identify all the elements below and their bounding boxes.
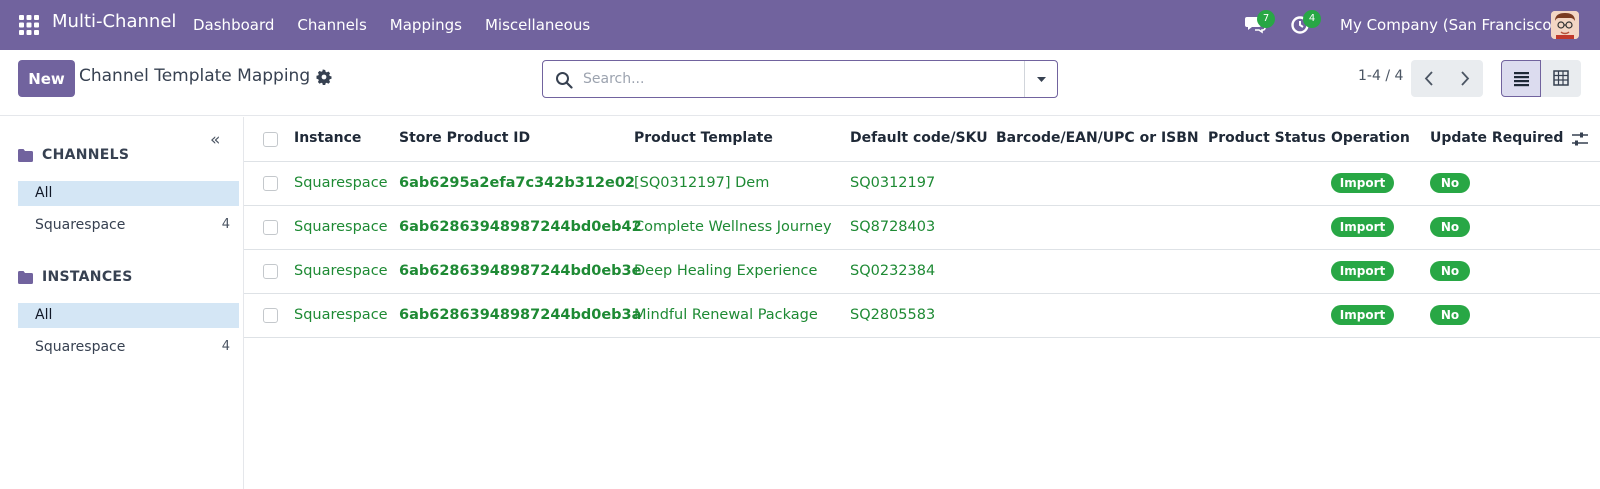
facet-label: All — [35, 307, 53, 323]
column-header-operation[interactable]: Operation — [1331, 130, 1410, 146]
pager-next-button[interactable] — [1447, 60, 1483, 97]
cell-store-product-id: 6ab6295a2efa7c342b312e02 — [399, 175, 636, 191]
operation-badge: Import — [1331, 217, 1394, 237]
control-panel: New Channel Template Mapping 1-4 / 4 — [0, 50, 1600, 116]
top-navbar: Multi-Channel Dashboard Channels Mapping… — [0, 0, 1600, 50]
table-row[interactable]: Squarespace 6ab6295a2efa7c342b312e02 [SQ… — [244, 162, 1600, 206]
table-header: Instance Store Product ID Product Templa… — [244, 117, 1600, 162]
collapse-sidebar-icon[interactable]: « — [210, 130, 220, 150]
row-checkbox[interactable] — [263, 176, 278, 191]
chevron-right-icon — [1461, 71, 1470, 86]
channel-filter-all[interactable]: All — [18, 181, 239, 206]
cell-store-product-id: 6ab62863948987244bd0eb3a — [399, 307, 642, 323]
section-channels: CHANNELS — [18, 145, 129, 165]
chevron-left-icon — [1424, 71, 1433, 86]
cell-store-product-id: 6ab62863948987244bd0eb3e — [399, 263, 642, 279]
messages-button[interactable]: 7 — [1244, 10, 1275, 37]
update-required-badge: No — [1430, 173, 1470, 193]
menu-miscellaneous[interactable]: Miscellaneous — [485, 0, 590, 50]
cell-sku: SQ0312197 — [850, 175, 936, 191]
cell-store-product-id: 6ab62863948987244bd0eb42 — [399, 219, 642, 235]
section-label: INSTANCES — [42, 269, 133, 285]
table-row[interactable]: Squarespace 6ab62863948987244bd0eb42 Com… — [244, 206, 1600, 250]
column-header-product-status[interactable]: Product Status — [1208, 130, 1326, 146]
column-header-update-required[interactable]: Update Required — [1430, 130, 1563, 146]
table-row[interactable]: Squarespace 6ab62863948987244bd0eb3e Dee… — [244, 250, 1600, 294]
search-icon — [556, 72, 573, 89]
cell-product-template: [SQ0312197] Dem — [634, 175, 770, 191]
section-instances: INSTANCES — [18, 267, 133, 287]
activities-count-badge: 4 — [1303, 10, 1321, 28]
messages-count-badge: 7 — [1257, 10, 1275, 28]
facet-count: 4 — [221, 217, 230, 232]
channel-filter-squarespace[interactable]: Squarespace 4 — [18, 213, 239, 238]
pivot-view-button[interactable] — [1541, 60, 1581, 97]
table-grid-icon — [1553, 70, 1569, 86]
cell-instance: Squarespace — [294, 263, 388, 279]
cell-product-template: Complete Wellness Journey — [634, 219, 832, 235]
app-grid-icon[interactable] — [18, 14, 40, 36]
search-input[interactable] — [583, 67, 1003, 91]
gear-icon[interactable] — [316, 69, 332, 85]
section-label: CHANNELS — [42, 147, 130, 163]
main-menu: Dashboard Channels Mappings Miscellaneou… — [193, 0, 613, 50]
facet-count: 4 — [221, 339, 230, 354]
cell-sku: SQ8728403 — [850, 219, 936, 235]
caret-down-icon — [1037, 77, 1046, 82]
app-name[interactable]: Multi-Channel — [52, 11, 176, 32]
row-checkbox[interactable] — [263, 264, 278, 279]
cell-product-template: Deep Healing Experience — [634, 263, 818, 279]
select-all-checkbox[interactable] — [263, 132, 278, 147]
update-required-badge: No — [1430, 261, 1470, 281]
column-header-instance[interactable]: Instance — [294, 130, 361, 146]
cell-sku: SQ0232384 — [850, 263, 936, 279]
operation-badge: Import — [1331, 261, 1394, 281]
folder-icon — [18, 148, 33, 162]
folder-icon — [18, 270, 33, 284]
column-header-barcode[interactable]: Barcode/EAN/UPC or ISBN — [996, 130, 1199, 146]
update-required-badge: No — [1430, 305, 1470, 325]
column-header-product-template[interactable]: Product Template — [634, 130, 773, 146]
user-avatar[interactable] — [1551, 11, 1579, 39]
table-row[interactable]: Squarespace 6ab62863948987244bd0eb3a Min… — [244, 294, 1600, 338]
company-switcher[interactable]: My Company (San Francisco) — [1340, 0, 1557, 50]
avatar-icon — [1551, 11, 1579, 39]
facet-label: All — [35, 185, 53, 201]
update-required-badge: No — [1430, 217, 1470, 237]
instance-filter-all[interactable]: All — [18, 303, 239, 328]
page-title: Channel Template Mapping — [79, 66, 311, 86]
facet-label: Squarespace — [35, 217, 126, 233]
search-panel-sidebar: « CHANNELS All Squarespace 4 INSTANCES A… — [0, 117, 244, 489]
operation-badge: Import — [1331, 305, 1394, 325]
list-view-icon — [1514, 72, 1529, 87]
sliders-icon[interactable] — [1571, 131, 1589, 147]
search-bar — [542, 60, 1058, 98]
pager-previous-button[interactable] — [1411, 60, 1447, 97]
cell-instance: Squarespace — [294, 307, 388, 323]
menu-channels[interactable]: Channels — [297, 0, 366, 50]
cell-product-template: Mindful Renewal Package — [634, 307, 818, 323]
search-options-toggle[interactable] — [1024, 61, 1057, 97]
row-checkbox[interactable] — [263, 220, 278, 235]
facet-label: Squarespace — [35, 339, 126, 355]
pager-value[interactable]: 1-4 / 4 — [1358, 68, 1403, 84]
menu-mappings[interactable]: Mappings — [390, 0, 462, 50]
cell-instance: Squarespace — [294, 219, 388, 235]
column-header-sku[interactable]: Default code/SKU — [850, 130, 988, 146]
instance-filter-squarespace[interactable]: Squarespace 4 — [18, 335, 239, 360]
cell-sku: SQ2805583 — [850, 307, 936, 323]
new-button[interactable]: New — [18, 60, 75, 97]
menu-dashboard[interactable]: Dashboard — [193, 0, 274, 50]
operation-badge: Import — [1331, 173, 1394, 193]
row-checkbox[interactable] — [263, 308, 278, 323]
activities-button[interactable]: 4 — [1290, 10, 1321, 37]
column-header-store-product-id[interactable]: Store Product ID — [399, 130, 530, 146]
cell-instance: Squarespace — [294, 175, 388, 191]
list-view-button[interactable] — [1501, 60, 1541, 97]
